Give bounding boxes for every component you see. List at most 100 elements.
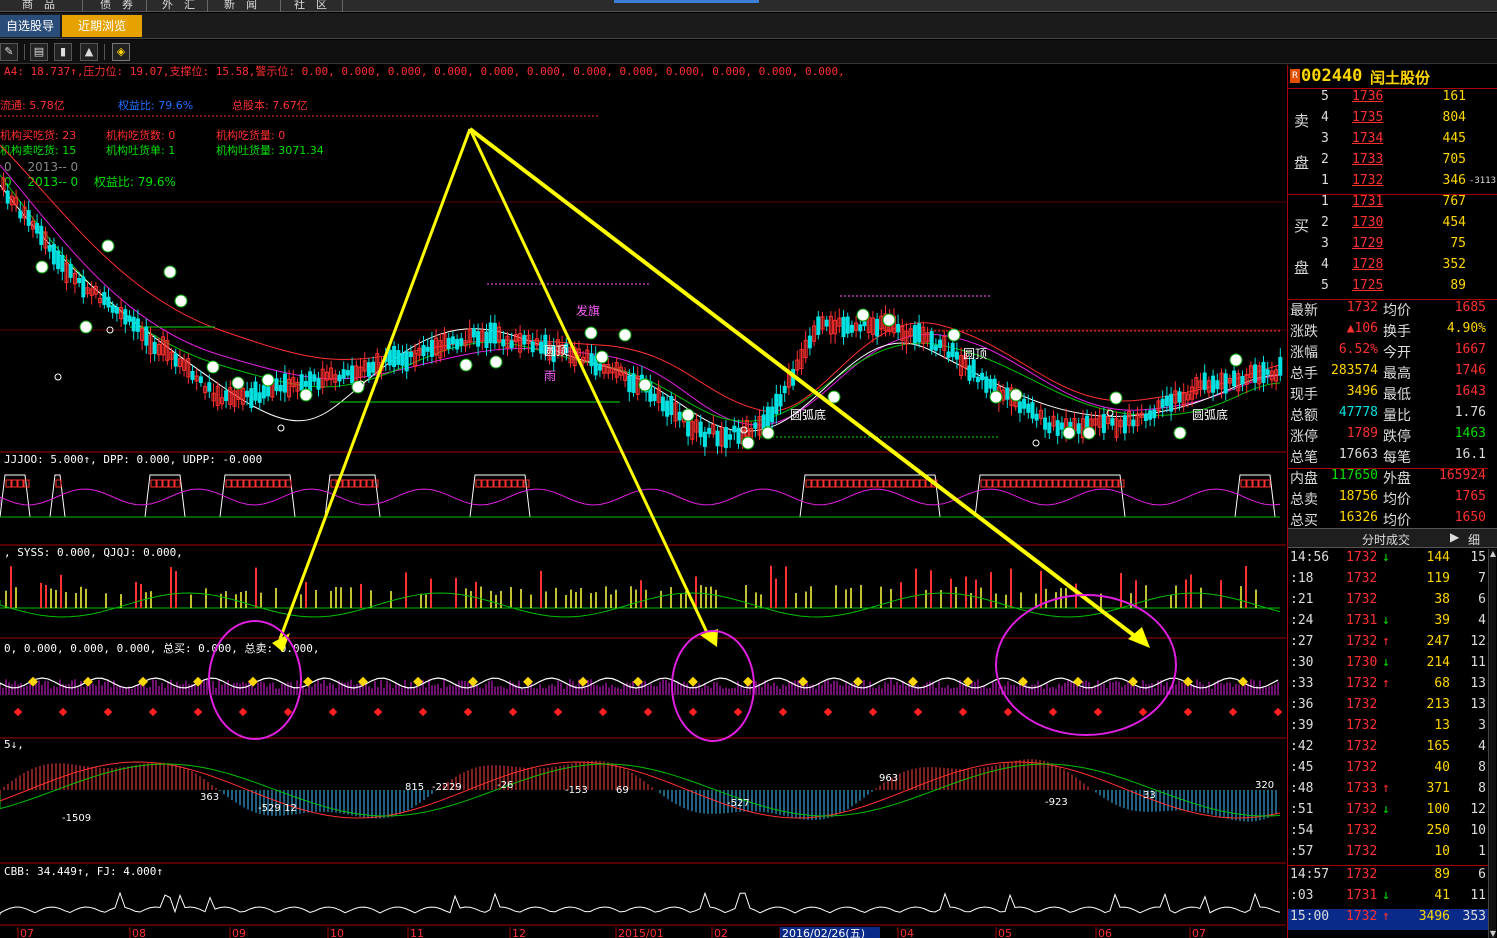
ind1-box-mark (493, 479, 500, 488)
scroll-down-icon[interactable]: ▼ (1489, 929, 1497, 938)
chart-area[interactable]: A4: 18.737↑,压力位: 19.07,支撑位: 15.58,警示位: 0… (0, 64, 1286, 938)
candle-body (110, 305, 115, 313)
tick-row[interactable]: :30 1730 ↓ 214 11 (1288, 655, 1488, 676)
ind3-red-diamond (238, 707, 248, 717)
order-price: 1732 (1352, 173, 1384, 188)
ind1-box-mark (1252, 479, 1259, 488)
candle-body (303, 380, 308, 387)
ticks-detail-button[interactable]: 细 (1468, 531, 1480, 548)
tick-row[interactable]: :33 1732 ↑ 68 13 (1288, 676, 1488, 697)
ind1-box-mark (1016, 479, 1023, 488)
menu-item-forex[interactable]: 外 汇 (162, 0, 195, 12)
tick-count: 7 (1478, 571, 1486, 586)
tick-row[interactable]: :54 1732 250 10 (1288, 823, 1488, 844)
tick-time: :48 (1290, 781, 1314, 796)
tick-row[interactable]: :51 1732 ↓ 100 12 (1288, 802, 1488, 823)
candle-body (366, 362, 371, 377)
scroll-up-icon[interactable]: ▲ (1489, 549, 1497, 558)
tick-count: 8 (1478, 760, 1486, 775)
tab-import-watchlist[interactable]: 自选股导入 (0, 15, 60, 55)
smiley-marker (261, 373, 275, 387)
tick-row[interactable]: :24 1731 ↓ 39 4 (1288, 613, 1488, 634)
tick-price: 1732 (1346, 739, 1378, 754)
tick-count: 15 (1470, 550, 1486, 565)
menu-item-bonds[interactable]: 债 券 (100, 0, 133, 12)
stock-name[interactable]: 闰土股份 (1370, 67, 1430, 88)
tick-row[interactable]: :57 1732 10 1 (1288, 844, 1488, 865)
candle-body (975, 376, 980, 383)
stat-row: 涨跌 ▲106 换手 4.90% (1288, 321, 1488, 342)
ticks-scrollbar[interactable]: ▲ ▼ (1488, 549, 1496, 938)
buy-order-row[interactable]: 2 1730 454 (1318, 215, 1496, 236)
tick-volume: 250 (1426, 823, 1450, 838)
sell-order-row[interactable]: 4 1735 804 (1318, 110, 1496, 131)
top-menu-bar: 商 品 债 券 外 汇 新 闻 社 区 (0, 0, 1497, 12)
ind1-box-mark (150, 479, 157, 488)
sell-side-label: 卖 (1294, 112, 1310, 130)
info-icon[interactable]: ▮ (54, 43, 72, 61)
buy-order-row[interactable]: 4 1728 352 (1318, 257, 1496, 278)
candle-body (631, 373, 636, 393)
small-circle-marker (277, 424, 285, 432)
ind3-red-diamond (733, 707, 743, 717)
tick-row[interactable]: :45 1732 40 8 (1288, 760, 1488, 781)
candle-body (1076, 423, 1081, 434)
tick-row[interactable]: 14:56 1732 ↓ 144 15 (1288, 550, 1488, 571)
ind1-box-mark (225, 479, 232, 488)
ind1-box-mark (1082, 479, 1089, 488)
order-level: 2 (1321, 215, 1329, 230)
tick-row[interactable]: :48 1733 ↑ 371 8 (1288, 781, 1488, 802)
tick-row[interactable]: :03 1731 ↓ 41 11 (1288, 888, 1488, 909)
candle-body (509, 340, 514, 348)
chart-icon[interactable]: ▲ (80, 43, 98, 61)
stat-row: 现手 3496 最低 1643 (1288, 384, 1488, 405)
ticks-play-icon[interactable]: ▶ (1450, 530, 1459, 544)
macd-annotation: 320 (1255, 780, 1274, 791)
sell-order-row[interactable]: 3 1734 445 (1318, 131, 1496, 152)
ind1-box-mark (883, 479, 890, 488)
buy-order-row[interactable]: 3 1729 75 (1318, 236, 1496, 257)
tick-row[interactable]: :36 1732 213 13 (1288, 697, 1488, 718)
tick-price: 1731 (1346, 613, 1378, 628)
draw-tool-icon[interactable]: ✎ (0, 43, 18, 61)
ind3-diamond (688, 676, 698, 687)
inst-buy-count: 机构买吃货: 23 (0, 128, 76, 142)
tick-row[interactable]: :39 1732 13 3 (1288, 718, 1488, 739)
menu-item-news[interactable]: 新 闻 (224, 0, 257, 12)
macd-annotation: 963 (879, 773, 898, 784)
buy-order-row[interactable]: 5 1725 89 (1318, 278, 1496, 299)
candle-body (345, 370, 350, 376)
buy-order-row[interactable]: 1 1731 767 (1318, 194, 1496, 215)
candle-body (1177, 391, 1182, 403)
ind1-box-mark (366, 479, 373, 488)
sell-order-row[interactable]: 1 1732 346 -3113 (1318, 173, 1496, 194)
tab-recent-browse[interactable]: 近期浏览 (62, 15, 142, 37)
menu-item-commodities[interactable]: 商 品 (22, 0, 55, 12)
tick-row[interactable]: :18 1732 119 7 (1288, 571, 1488, 592)
stock-code[interactable]: 002440 (1301, 66, 1362, 86)
tick-time: :45 (1290, 760, 1314, 775)
sell-order-row[interactable]: 5 1736 161 (1318, 89, 1496, 110)
ind3-red-diamond (1183, 707, 1193, 717)
stat-value: 3496 (1346, 384, 1378, 399)
smiley-marker (638, 378, 652, 392)
tick-row[interactable]: :27 1732 ↑ 247 12 (1288, 634, 1488, 655)
label-fa-qi: 发旗 (576, 303, 600, 318)
ind1-box-mark (1064, 479, 1071, 488)
save-icon[interactable]: ▤ (30, 43, 48, 61)
smiley-marker (584, 326, 598, 340)
candle-body (282, 373, 287, 393)
tick-row[interactable]: :42 1732 165 4 (1288, 739, 1488, 760)
candle-body (131, 316, 136, 332)
sell-order-row[interactable]: 2 1733 705 (1318, 152, 1496, 173)
navigate-icon[interactable]: ◈ (112, 43, 130, 61)
k-line-chart[interactable]: A4: 18.737↑,压力位: 19.07,支撑位: 15.58,警示位: 0… (0, 64, 1286, 938)
tick-row[interactable]: 15:00 1732 ↑ 3496 353 (1288, 909, 1488, 930)
tick-row[interactable]: :21 1732 38 6 (1288, 592, 1488, 613)
tick-row[interactable]: 14:57 1732 89 6 (1288, 867, 1488, 888)
stat-key: 最高 (1383, 366, 1411, 382)
candle-body (665, 400, 670, 417)
menu-item-community[interactable]: 社 区 (294, 0, 327, 12)
candle-body (950, 342, 955, 357)
candle-body (450, 336, 455, 345)
